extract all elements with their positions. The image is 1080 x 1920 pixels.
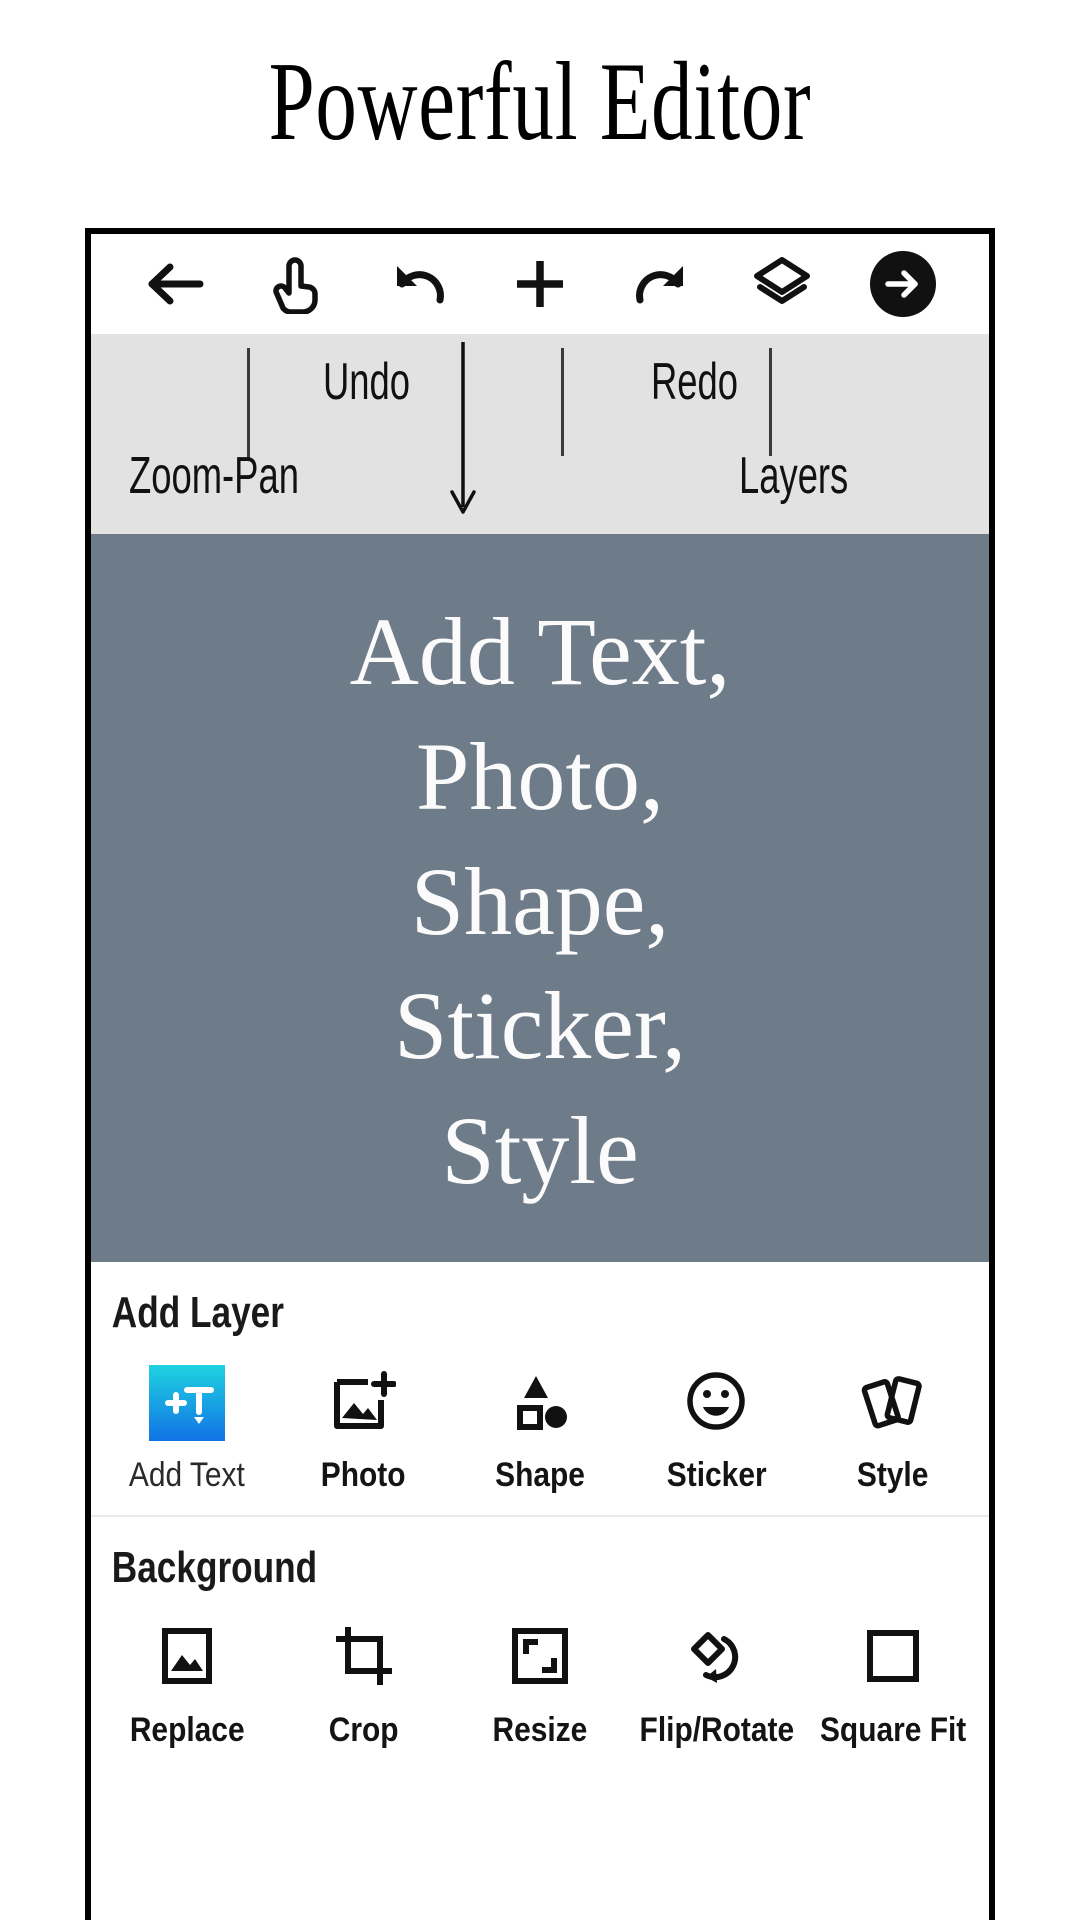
tool-flip-rotate[interactable]: Flip/Rotate — [628, 1621, 804, 1750]
tool-label: Resize — [492, 1711, 588, 1749]
tool-crop[interactable]: Crop — [275, 1621, 451, 1750]
add-layer-tool-row: Add Text Photo Shape Sticker Style — [91, 1338, 989, 1503]
tool-label: Sticker — [666, 1456, 767, 1494]
tool-label: Photo — [321, 1456, 406, 1494]
tool-label: Style — [857, 1456, 929, 1494]
annotation-label-layers: Layers — [739, 447, 849, 505]
shapes-icon — [510, 1370, 570, 1437]
tool-replace[interactable]: Replace — [99, 1621, 275, 1750]
add-layer-title: Add Layer — [111, 1288, 284, 1337]
annotation-divider — [769, 348, 772, 456]
back-icon — [148, 258, 206, 310]
canvas-text-line: Shape, — [410, 847, 670, 955]
tool-resize[interactable]: Resize — [452, 1621, 628, 1750]
add-button[interactable] — [480, 234, 601, 334]
canvas-text-line: Add Text, — [349, 598, 731, 705]
tool-label: Flip/Rotate — [639, 1711, 794, 1749]
add-text-icon — [149, 1365, 226, 1441]
canvas-text-line: Photo, — [415, 722, 665, 830]
resize-icon — [510, 1626, 570, 1691]
tool-photo[interactable]: Photo — [275, 1366, 451, 1495]
layers-button[interactable] — [721, 234, 842, 334]
add-layer-panel: Add Layer Add Text Photo Shape Sticker S… — [91, 1262, 989, 1515]
annotation-down-arrow — [446, 342, 480, 518]
tool-label: Add Text — [129, 1456, 246, 1494]
editor-canvas[interactable]: Add Text, Photo, Shape, Sticker, Style — [91, 534, 989, 1262]
undo-icon — [390, 258, 448, 310]
tool-square-fit[interactable]: Square Fit — [805, 1621, 981, 1750]
annotation-label-undo: Undo — [323, 353, 411, 411]
square-fit-icon — [864, 1627, 922, 1690]
photo-add-icon — [332, 1370, 397, 1437]
annotation-band: Undo Redo Zoom-Pan Layers — [91, 334, 989, 534]
tool-style[interactable]: Style — [805, 1366, 981, 1495]
tool-label: Square Fit — [819, 1711, 966, 1749]
annotation-label-zoom-pan: Zoom-Pan — [129, 447, 299, 505]
sticker-smiley-icon — [685, 1370, 747, 1437]
zoom-pan-button[interactable] — [238, 234, 359, 334]
layers-icon — [752, 255, 812, 313]
tool-label: Shape — [495, 1456, 585, 1494]
redo-button[interactable] — [600, 234, 721, 334]
annotation-divider — [247, 348, 250, 458]
next-button[interactable] — [842, 234, 963, 334]
back-button[interactable] — [117, 234, 238, 334]
annotation-label-redo: Redo — [651, 353, 739, 411]
background-tool-row: Replace Crop Resize Flip/Rotate Square F… — [91, 1593, 989, 1758]
editor-toolbar — [91, 234, 989, 334]
tool-label: Crop — [328, 1711, 399, 1749]
flip-rotate-icon — [684, 1625, 748, 1692]
crop-icon — [334, 1625, 394, 1692]
page-title: Powerful Editor — [268, 40, 812, 164]
tool-sticker[interactable]: Sticker — [628, 1366, 804, 1495]
background-panel: Background Replace Crop Resize Flip/Rota… — [91, 1515, 989, 1770]
image-icon — [159, 1625, 215, 1692]
tool-label: Replace — [129, 1711, 245, 1749]
tool-add-text[interactable]: Add Text — [99, 1365, 275, 1495]
background-title: Background — [111, 1543, 318, 1592]
next-arrow-icon — [869, 251, 936, 317]
phone-frame: Undo Redo Zoom-Pan Layers Add Text, Phot… — [85, 228, 995, 1920]
plus-icon — [511, 255, 569, 313]
tool-shape[interactable]: Shape — [452, 1366, 628, 1495]
redo-icon — [632, 258, 690, 310]
undo-button[interactable] — [359, 234, 480, 334]
style-cards-icon — [861, 1370, 925, 1437]
canvas-text-line: Sticker, — [393, 972, 687, 1080]
hand-icon — [273, 254, 323, 314]
app-promo-screenshot: Powerful Editor Undo Redo Zoom-Pan Layer… — [0, 0, 1080, 1920]
canvas-text-line: Style — [441, 1097, 639, 1205]
annotation-divider — [561, 348, 564, 456]
